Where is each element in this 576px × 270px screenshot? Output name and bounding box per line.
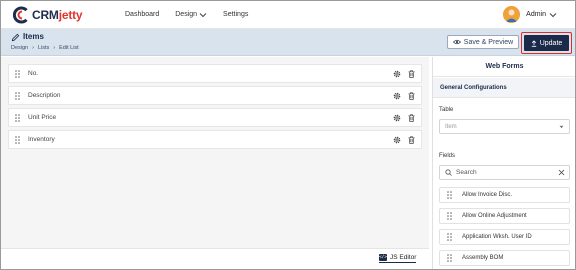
nav-dashboard-label: Dashboard: [125, 11, 160, 18]
nav-dashboard[interactable]: Dashboard: [125, 11, 159, 18]
gear-icon[interactable]: [393, 114, 401, 122]
search-icon: [445, 169, 452, 176]
field-search-input[interactable]: Search: [439, 165, 570, 180]
nav-design[interactable]: Design: [175, 11, 207, 18]
list-field-row[interactable]: No.: [8, 64, 422, 83]
available-field-label: Application Wksh. User ID: [462, 234, 532, 240]
brand-logo[interactable]: CRMjetty: [13, 6, 83, 24]
user-menu[interactable]: Admin: [503, 6, 557, 23]
list-field-row[interactable]: Inventory: [8, 130, 422, 149]
page-title: Items: [23, 32, 44, 41]
list-field-label: No.: [28, 70, 39, 77]
drag-handle-icon[interactable]: [15, 113, 20, 122]
available-field-item[interactable]: Allow Invoice Disc.: [439, 187, 570, 203]
available-field-label: Allow Invoice Disc.: [462, 192, 513, 198]
main-nav: Dashboard Design Settings: [125, 11, 264, 18]
trash-icon[interactable]: [408, 92, 415, 100]
page-header: Items Design › Lists › Edit List Save & …: [1, 29, 575, 56]
drag-handle-icon[interactable]: [447, 212, 452, 220]
list-field-row[interactable]: Description: [8, 86, 422, 105]
gear-icon[interactable]: [393, 70, 401, 78]
avatar: [503, 6, 521, 23]
panel-title: Web Forms: [433, 57, 575, 77]
table-label: Table: [439, 107, 454, 113]
available-field-item[interactable]: Application Wksh. User ID: [439, 229, 570, 245]
update-button[interactable]: Update: [524, 35, 569, 51]
drag-handle-icon[interactable]: [447, 233, 452, 241]
gear-icon[interactable]: [393, 92, 401, 100]
chevron-down-icon: [199, 12, 207, 17]
list-footer: [1, 248, 429, 269]
list-field-row[interactable]: Unit Price: [8, 108, 422, 127]
available-field-item[interactable]: Allow Online Adjustment: [439, 208, 570, 224]
drag-handle-icon[interactable]: [15, 91, 20, 100]
logo-mark-icon: [13, 6, 28, 24]
nav-settings[interactable]: Settings: [223, 11, 248, 18]
available-field-label: Allow Online Adjustment: [462, 213, 527, 219]
fields-label: Fields: [439, 153, 456, 159]
drag-handle-icon[interactable]: [15, 135, 20, 144]
trash-icon[interactable]: [408, 114, 415, 122]
update-label: Update: [539, 39, 563, 47]
breadcrumb-lists[interactable]: Lists: [38, 45, 49, 51]
user-name: Admin: [526, 11, 546, 18]
web-forms-panel: Web Forms General Configurations Table I…: [432, 57, 575, 269]
breadcrumb-separator: ›: [32, 45, 34, 51]
upload-icon: [531, 39, 536, 47]
breadcrumb-design[interactable]: Design: [11, 45, 28, 51]
save-preview-button[interactable]: Save & Preview: [447, 35, 519, 49]
update-button-highlight: Update: [521, 32, 572, 54]
drag-handle-icon[interactable]: [15, 69, 20, 78]
list-field-label: Description: [28, 92, 61, 99]
js-editor-label: JS Editor: [390, 254, 417, 261]
nav-design-label: Design: [175, 11, 198, 18]
drag-handle-icon[interactable]: [447, 191, 452, 199]
nav-settings-label: Settings: [223, 11, 249, 18]
caret-down-icon: [559, 125, 564, 129]
breadcrumb-edit-list: Edit List: [59, 45, 79, 51]
js-editor-button[interactable]: </> JS Editor: [378, 254, 417, 263]
trash-icon[interactable]: [408, 136, 415, 144]
brand-name: CRMjetty: [32, 8, 83, 22]
breadcrumb-separator: ›: [53, 45, 56, 51]
close-icon[interactable]: [558, 169, 565, 176]
code-icon: </>: [378, 254, 388, 261]
app-window: CRMjetty Dashboard Design Settings Admin: [0, 0, 576, 270]
gear-icon[interactable]: [393, 136, 401, 144]
list-field-label: Unit Price: [28, 114, 57, 121]
drag-handle-icon[interactable]: [447, 254, 452, 262]
search-placeholder: Search: [456, 169, 477, 176]
save-preview-label: Save & Preview: [463, 38, 514, 46]
available-field-label: Assembly BOM: [462, 255, 504, 261]
chevron-down-icon: [549, 12, 557, 17]
eye-icon: [452, 39, 461, 45]
table-select-value: Item: [445, 123, 457, 130]
trash-icon[interactable]: [408, 70, 415, 78]
list-field-label: Inventory: [28, 136, 55, 143]
table-select[interactable]: Item: [439, 119, 570, 134]
pencil-icon: [11, 33, 20, 42]
user-avatar-icon: [503, 6, 521, 23]
available-field-item[interactable]: Assembly BOM: [439, 250, 570, 266]
breadcrumb: Design › Lists › Edit List: [11, 45, 79, 51]
top-navbar: CRMjetty Dashboard Design Settings Admin: [1, 1, 575, 29]
section-header[interactable]: General Configurations: [433, 78, 575, 98]
